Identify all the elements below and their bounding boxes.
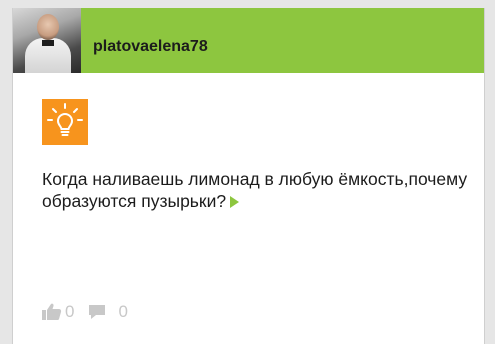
card-footer: 0 0 [42,300,128,324]
lightbulb-icon [42,99,88,145]
comment-count: 0 [118,302,128,321]
comment-button[interactable]: 0 [88,302,128,322]
thumbs-up-icon [42,303,62,320]
comment-icon [89,305,106,319]
avatar[interactable] [13,8,81,73]
like-button[interactable]: 0 [42,302,74,322]
question-text[interactable]: Когда наливаешь лимонад в любую ёмкость,… [42,168,472,212]
play-arrow-icon[interactable] [230,196,240,208]
question-body[interactable]: Когда наливаешь лимонад в любую ёмкость,… [42,169,467,211]
avatar-head [37,14,59,40]
like-count: 0 [65,302,75,321]
username-link[interactable]: platovaelena78 [93,38,208,56]
card-header: platovaelena78 [13,8,484,73]
avatar-bowtie [42,40,54,46]
question-card: platovaelena78 Когда наливаешь лимонад в… [12,8,485,344]
